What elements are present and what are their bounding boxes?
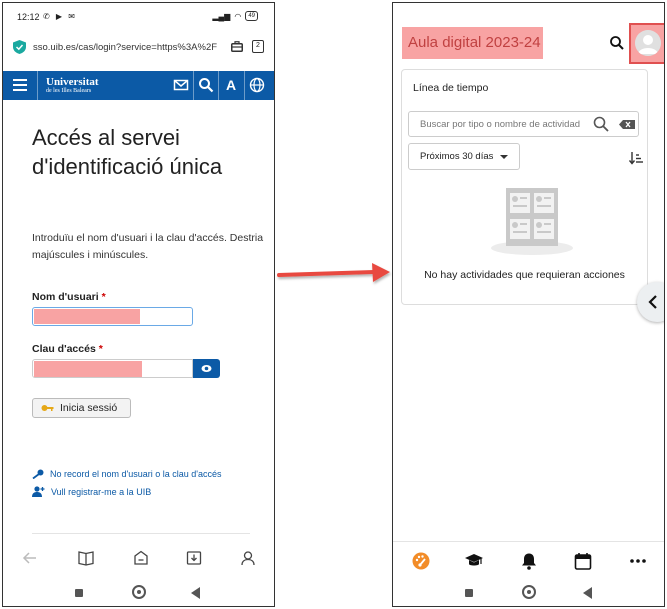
- home-button-icon[interactable]: [132, 585, 146, 599]
- downloads-icon[interactable]: [186, 550, 202, 566]
- url-text[interactable]: sso.uib.es/cas/login?service=https%3A%2F: [33, 42, 223, 53]
- key-icon: [41, 405, 54, 411]
- left-phone-screenshot: 12:12 ✆ ▶ ✉ ▂▄▆ ◠ 49 sso.uib.es/cas/logi…: [2, 2, 275, 607]
- profile-icon[interactable]: [240, 550, 256, 566]
- signal-icon: ▂▄▆: [212, 11, 231, 21]
- redacted-password: [34, 361, 142, 377]
- clear-search-icon[interactable]: [619, 120, 635, 129]
- more-options-icon[interactable]: [629, 552, 647, 570]
- search-icon[interactable]: [609, 35, 625, 51]
- home-button-icon[interactable]: [522, 585, 536, 599]
- avatar-icon: [635, 30, 661, 56]
- uib-logo-line2: de les Illes Balears: [46, 88, 92, 94]
- dashboard-gauge-icon[interactable]: [412, 552, 430, 570]
- app-bottom-nav: [393, 541, 664, 573]
- login-button[interactable]: Inicia sessió: [32, 398, 131, 418]
- notification-icons: ✆ ▶ ✉: [43, 12, 78, 21]
- magnifier-icon[interactable]: [593, 116, 609, 132]
- key-link-icon: [32, 469, 44, 479]
- uib-header-bar: Universitat de les Illes Balears A: [3, 71, 274, 100]
- transition-arrow-icon: [277, 263, 390, 282]
- system-back-icon[interactable]: [191, 587, 200, 599]
- timeline-block: Línea de tiempo Buscar por tipo o nombre…: [401, 69, 648, 305]
- secure-shield-icon: [13, 40, 26, 54]
- drawer-toggle-button[interactable]: [637, 282, 664, 322]
- search-icon[interactable]: [198, 77, 214, 93]
- wifi-icon: ◠: [234, 11, 242, 21]
- login-intro-text: Introduïu el nom d'usuari i la clau d'ac…: [32, 232, 264, 261]
- system-nav-bar: [393, 581, 664, 605]
- password-label: Clau d'accés *: [32, 343, 103, 355]
- bookmarks-book-icon[interactable]: [78, 550, 94, 566]
- browser-bottom-nav: [3, 544, 274, 572]
- forgot-credentials-link[interactable]: No record el nom d'usuari o la clau d'ac…: [32, 469, 222, 479]
- hamburger-menu-icon[interactable]: [13, 79, 27, 91]
- home-icon[interactable]: [133, 550, 149, 566]
- password-field[interactable]: [32, 359, 193, 378]
- courses-graduation-cap-icon[interactable]: [465, 552, 483, 570]
- divider: [32, 533, 250, 534]
- user-avatar-button[interactable]: [629, 23, 664, 64]
- date-filter-dropdown[interactable]: Próximos 30 días: [408, 143, 520, 170]
- site-title-highlight: Aula digital 2023-24: [402, 27, 543, 59]
- empty-state-message: No hay actividades que requieran accione…: [424, 269, 625, 281]
- globe-icon[interactable]: [249, 77, 265, 93]
- chevron-down-icon: [500, 155, 508, 159]
- browser-url-bar[interactable]: sso.uib.es/cas/login?service=https%3A%2F…: [3, 33, 274, 61]
- sort-icon[interactable]: [629, 151, 643, 165]
- redacted-username: [34, 309, 140, 324]
- empty-activities-illustration: [491, 188, 573, 255]
- back-arrow-icon[interactable]: [22, 550, 38, 566]
- system-nav-bar: [3, 581, 274, 605]
- search-placeholder: Buscar por tipo o nombre de actividad: [420, 119, 581, 130]
- briefcase-icon[interactable]: [231, 41, 243, 52]
- timeline-title: Línea de tiempo: [413, 82, 489, 94]
- mail-icon[interactable]: [173, 77, 189, 93]
- notifications-bell-icon[interactable]: [520, 552, 538, 570]
- battery-icon: 49: [245, 11, 258, 21]
- register-link[interactable]: Vull registrar-me a la UIB: [32, 486, 151, 497]
- eye-icon: [201, 365, 212, 372]
- calendar-icon[interactable]: [574, 552, 592, 570]
- chevron-left-icon: [648, 295, 657, 309]
- login-button-label: Inicia sessió: [60, 402, 118, 414]
- status-bar: 12:12 ✆ ▶ ✉ ▂▄▆ ◠ 49: [3, 3, 274, 31]
- username-field[interactable]: [32, 307, 193, 326]
- page-title: Accés al servei d'identificació única: [32, 125, 223, 179]
- username-label: Nom d'usuari *: [32, 291, 106, 303]
- right-phone-screenshot: Aula digital 2023-24 Línea de tiempo Bus…: [392, 2, 665, 607]
- status-time: 12:12: [17, 12, 40, 22]
- system-back-icon[interactable]: [583, 587, 592, 599]
- user-add-icon: [32, 486, 45, 497]
- recent-apps-icon[interactable]: [75, 589, 83, 597]
- uib-logo-line1: Universitat: [46, 76, 99, 88]
- status-right-icons: ▂▄▆ ◠ 49: [212, 11, 258, 21]
- date-filter-value: Próximos 30 días: [420, 151, 494, 162]
- font-size-icon[interactable]: A: [223, 77, 239, 93]
- tab-count-button[interactable]: 2: [252, 40, 264, 53]
- recent-apps-icon[interactable]: [465, 589, 473, 597]
- site-title: Aula digital 2023-24: [408, 34, 541, 51]
- timeline-search-input[interactable]: Buscar por tipo o nombre de actividad: [408, 111, 639, 137]
- show-password-button[interactable]: [193, 359, 220, 378]
